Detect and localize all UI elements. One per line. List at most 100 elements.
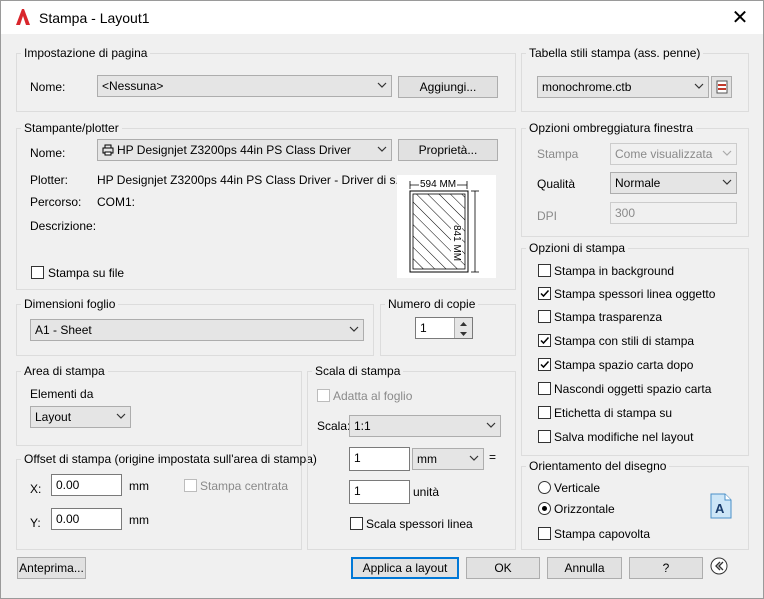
plot-style-table-legend: Tabella stili stampa (ass. penne)	[526, 46, 704, 60]
dpi-input[interactable]: 300	[610, 202, 737, 224]
offset-y-input[interactable]: 0.00	[51, 508, 122, 530]
scale-dropdown[interactable]: 1:1	[349, 415, 501, 437]
plot-scale-legend: Scala di stampa	[312, 364, 404, 378]
scale-unit-value: mm	[417, 452, 437, 466]
scale-lineweights-checkbox[interactable]	[350, 517, 363, 530]
scale-value2: 1	[354, 484, 361, 498]
plot-option-label: Etichetta di stampa su	[554, 406, 673, 420]
fit-to-paper-checkbox[interactable]	[317, 389, 330, 402]
chevron-down-icon	[377, 82, 387, 88]
landscape-label: Orizzontale	[554, 502, 615, 516]
printer-icon	[102, 144, 114, 156]
shade-plot-dropdown[interactable]: Come visualizzata	[610, 143, 737, 165]
page-setup-name-dropdown[interactable]: <Nessuna>	[97, 75, 392, 97]
add-page-setup-button[interactable]: Aggiungi...	[398, 76, 498, 98]
plot-option-checkbox[interactable]	[538, 430, 551, 443]
plot-option-label: Stampa con stili di stampa	[554, 334, 695, 348]
scale-label: Scala:	[317, 419, 351, 433]
help-button[interactable]: ?	[629, 557, 703, 579]
offset-y-label: Y:	[30, 516, 41, 530]
copies-stepper[interactable]: 1	[415, 317, 473, 339]
plot-style-table-value: monochrome.ctb	[542, 80, 632, 94]
apply-to-layout-button[interactable]: Applica a layout	[351, 557, 459, 579]
cancel-button[interactable]: Annulla	[547, 557, 622, 579]
preview-height-label: 841 MM	[451, 225, 462, 262]
spin-down-icon[interactable]	[454, 328, 472, 338]
scale-equals: =	[489, 450, 497, 464]
scale-unit2-label: unità	[413, 485, 440, 499]
preview-width-label: 594 MM	[419, 179, 458, 190]
plot-area-legend: Area di stampa	[21, 364, 108, 378]
checkmark-icon	[540, 336, 550, 345]
plot-option-checkbox[interactable]	[538, 264, 551, 277]
dpi-label: DPI	[537, 209, 558, 223]
plot-options-legend: Opzioni di stampa	[526, 241, 629, 255]
plot-option-label: Salva modifiche nel layout	[554, 430, 694, 444]
plot-options-group	[521, 248, 749, 456]
plot-style-table-dropdown[interactable]: monochrome.ctb	[537, 76, 709, 98]
plot-option-checkbox[interactable]	[538, 358, 551, 371]
offset-x-unit: mm	[129, 479, 149, 493]
checkmark-icon	[540, 360, 550, 369]
plot-option-checkbox[interactable]	[538, 382, 551, 395]
printer-name-dropdown[interactable]: HP Designjet Z3200ps 44in PS Class Drive…	[97, 139, 392, 161]
preview-button[interactable]: Anteprima...	[17, 557, 86, 579]
svg-text:A: A	[715, 501, 725, 516]
scale-unit-dropdown[interactable]: mm	[412, 448, 484, 470]
path-value: COM1:	[97, 195, 136, 209]
collapse-options-icon[interactable]	[710, 557, 728, 575]
plot-offset-group	[16, 459, 302, 550]
dpi-value: 300	[615, 206, 636, 220]
scale-value1-input[interactable]: 1	[349, 447, 410, 471]
fit-to-paper-label: Adatta al foglio	[333, 389, 413, 403]
description-label: Descrizione:	[30, 219, 97, 233]
paper-size-legend: Dimensioni foglio	[21, 297, 119, 311]
quality-dropdown[interactable]: Normale	[610, 172, 737, 194]
paper-size-dropdown[interactable]: A1 - Sheet	[30, 319, 364, 341]
shaded-viewport-legend: Opzioni ombreggiatura finestra	[526, 121, 697, 135]
upside-down-label: Stampa capovolta	[554, 527, 651, 541]
plot-option-label: Nascondi oggetti spazio carta	[554, 382, 712, 396]
chevron-down-icon	[469, 455, 479, 461]
chevron-down-icon	[486, 422, 496, 428]
print-to-file-checkbox[interactable]	[31, 266, 44, 279]
title-bar: Stampa - Layout1 ✕	[1, 1, 763, 34]
plot-offset-legend: Offset di stampa (origine impostata sull…	[21, 452, 320, 466]
plot-what-dropdown[interactable]: Layout	[30, 406, 131, 428]
plot-option-checkbox[interactable]	[538, 334, 551, 347]
chevron-down-icon	[377, 146, 387, 152]
plot-option-checkbox[interactable]	[538, 287, 551, 300]
offset-y-value: 0.00	[56, 512, 80, 526]
page-setup-name-label: Nome:	[30, 80, 66, 94]
offset-x-label: X:	[30, 482, 42, 496]
scale-value2-input[interactable]: 1	[349, 480, 410, 504]
plot-what-label: Elementi da	[30, 387, 94, 401]
radio-selected-dot	[542, 506, 547, 511]
quality-value: Normale	[615, 176, 661, 190]
printer-properties-button[interactable]: Proprietà...	[398, 139, 498, 161]
paper-preview: 594 MM 841 MM	[397, 175, 496, 278]
printer-legend: Stampante/plotter	[21, 121, 122, 135]
ok-button[interactable]: OK	[466, 557, 540, 579]
plotter-value: HP Designjet Z3200ps 44in PS Class Drive…	[97, 173, 406, 187]
printer-name-value: HP Designjet Z3200ps 44in PS Class Drive…	[117, 143, 351, 157]
portrait-radio[interactable]	[538, 481, 551, 494]
copies-value: 1	[420, 321, 427, 335]
chevron-down-icon	[116, 413, 126, 419]
quality-label: Qualità	[537, 177, 576, 191]
chevron-down-icon	[722, 150, 732, 156]
upside-down-checkbox[interactable]	[538, 527, 551, 540]
landscape-radio[interactable]	[538, 502, 551, 515]
close-icon[interactable]: ✕	[717, 1, 763, 34]
edit-plot-style-button[interactable]	[711, 76, 732, 98]
offset-x-input[interactable]: 0.00	[51, 474, 122, 496]
plot-option-checkbox[interactable]	[538, 406, 551, 419]
center-plot-checkbox[interactable]	[184, 479, 197, 492]
shade-plot-value: Come visualizzata	[615, 147, 713, 161]
plot-option-checkbox[interactable]	[538, 310, 551, 323]
chevron-down-icon	[349, 326, 359, 332]
landscape-orientation-icon: A	[710, 493, 732, 519]
checkmark-icon	[540, 289, 550, 298]
shade-plot-label: Stampa	[537, 147, 579, 161]
scale-value: 1:1	[354, 419, 371, 433]
